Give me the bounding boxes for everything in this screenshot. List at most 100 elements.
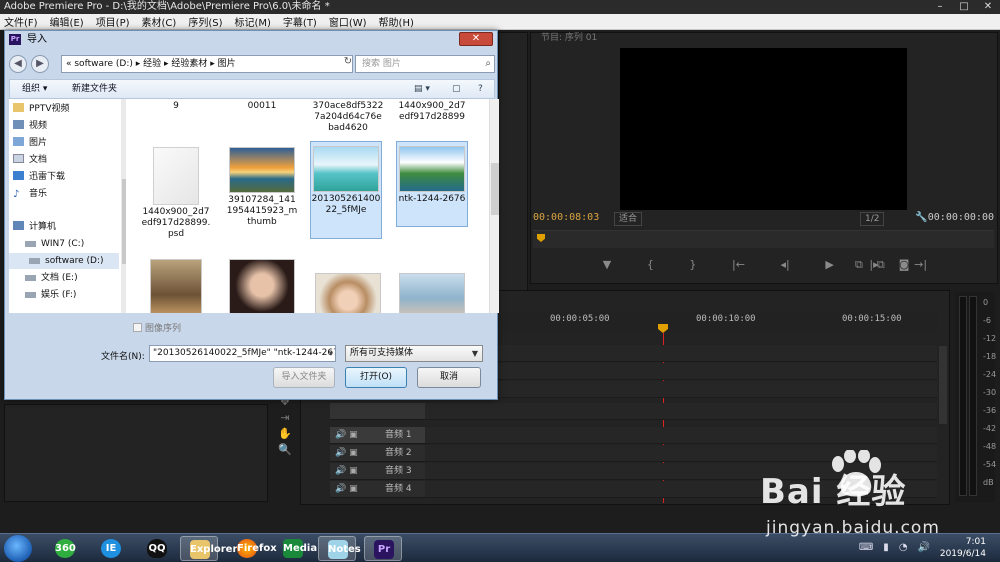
- mark-in-icon[interactable]: {: [647, 258, 654, 274]
- audio-track-header[interactable]: 🔊 ▣ 音频 4: [330, 481, 425, 498]
- playhead-marker-icon[interactable]: [537, 234, 545, 242]
- new-folder-button[interactable]: 新建文件夹: [72, 80, 117, 98]
- nav-item-computer[interactable]: 计算机: [13, 219, 56, 235]
- import-folder-button[interactable]: 导入文件夹: [273, 367, 335, 388]
- forward-arrow-icon[interactable]: ▶: [31, 55, 49, 73]
- track-row[interactable]: [425, 381, 937, 398]
- battery-icon[interactable]: ▮: [883, 542, 889, 553]
- audio-track-header[interactable]: 🔊 ▣ 音频 2: [330, 445, 425, 462]
- nav-item-videos[interactable]: 视频: [13, 118, 47, 134]
- track-select-icon[interactable]: ⇥: [270, 411, 300, 427]
- resolution-dropdown[interactable]: 1/2: [860, 212, 885, 226]
- file-item[interactable]: [396, 269, 468, 313]
- close-button[interactable]: ✕: [976, 0, 1000, 14]
- taskbar-app-explorer[interactable]: Explorer: [180, 536, 237, 561]
- menu-edit[interactable]: 编辑(E): [50, 14, 84, 29]
- nav-item-drive-f[interactable]: 娱乐 (F:): [25, 287, 76, 303]
- nav-item-drive-e[interactable]: 文档 (E:): [25, 270, 78, 286]
- nav-item-music[interactable]: ♪ 音乐: [13, 186, 47, 202]
- file-list-scrollbar[interactable]: [489, 99, 499, 313]
- file-item[interactable]: [226, 255, 298, 313]
- file-item[interactable]: [312, 269, 384, 313]
- taskbar-app-360[interactable]: 360: [46, 536, 84, 561]
- keyboard-icon[interactable]: ⌨: [859, 542, 873, 553]
- file-item[interactable]: 39107284_1411954415923_mthumb: [226, 143, 298, 228]
- menu-file[interactable]: 文件(F): [4, 14, 38, 29]
- step-back-icon[interactable]: ◂|: [781, 258, 790, 274]
- taskbar-app-firefox[interactable]: Firefox: [228, 536, 277, 561]
- track-row[interactable]: [425, 363, 937, 380]
- speaker-icon[interactable]: 🔊 ▣: [335, 427, 358, 444]
- timeline-ruler[interactable]: 00:00:05:00 00:00:10:00 00:00:15:00: [498, 312, 938, 332]
- file-item-selected[interactable]: 20130526140022_5fMJe: [310, 141, 382, 239]
- play-icon[interactable]: ▶: [825, 258, 833, 274]
- go-to-in-icon[interactable]: |←: [732, 258, 745, 274]
- track-row[interactable]: [425, 403, 937, 420]
- nav-item-documents[interactable]: 文档: [13, 152, 47, 168]
- file-item[interactable]: 9: [140, 101, 212, 112]
- menu-help[interactable]: 帮助(H): [379, 14, 414, 29]
- start-button[interactable]: [4, 535, 32, 562]
- filename-input[interactable]: "20130526140022_5fMJe" "ntk-1244-267 ▾: [149, 345, 336, 362]
- organize-button[interactable]: 组织 ▾: [22, 80, 47, 98]
- chevron-down-icon[interactable]: ▼: [472, 346, 478, 361]
- nav-item-drive-c[interactable]: WIN7 (C:): [25, 236, 84, 252]
- settings-wrench-icon[interactable]: 🔧: [915, 210, 927, 226]
- maximize-button[interactable]: □: [952, 0, 976, 14]
- chevron-down-icon[interactable]: ▾: [329, 346, 333, 361]
- menu-project[interactable]: 项目(P): [96, 14, 130, 29]
- network-icon[interactable]: ◔: [899, 542, 908, 553]
- taskbar-app-media[interactable]: Media: [274, 536, 317, 561]
- search-input[interactable]: 搜索 图片 ⌕: [355, 55, 495, 73]
- address-bar[interactable]: « software (D:) ▸ 经验 ▸ 经验素材 ▸ 图片: [61, 55, 353, 73]
- file-item[interactable]: 1440x900_2d7edf917d28899: [396, 101, 468, 123]
- file-item[interactable]: [140, 255, 212, 313]
- open-button[interactable]: 打开(O): [345, 367, 407, 388]
- menu-clip[interactable]: 素材(C): [142, 14, 177, 29]
- cancel-button[interactable]: 取消: [417, 367, 481, 388]
- volume-icon[interactable]: 🔊: [918, 542, 930, 553]
- scrollbar-thumb[interactable]: [491, 163, 499, 215]
- hand-tool-icon[interactable]: ✋: [270, 427, 300, 443]
- add-marker-icon[interactable]: ▼: [603, 258, 611, 274]
- speaker-icon[interactable]: 🔊 ▣: [335, 445, 358, 462]
- export-frame-icon[interactable]: ◙: [899, 258, 910, 274]
- preview-pane-icon[interactable]: ▢: [452, 80, 461, 98]
- audio-track-header[interactable]: 🔊 ▣ 音频 3: [330, 463, 425, 480]
- audio-track-header[interactable]: 🔊 ▣ 音频 1: [330, 427, 425, 444]
- view-options-icon[interactable]: ▤ ▾: [414, 80, 430, 98]
- speaker-icon[interactable]: 🔊 ▣: [335, 481, 358, 498]
- taskbar-app-ie[interactable]: IE: [92, 536, 130, 561]
- file-item[interactable]: 1440x900_2d7edf917d28899.psd: [140, 143, 212, 240]
- extract-icon[interactable]: ⧉: [877, 258, 885, 274]
- video-track-header[interactable]: [330, 403, 425, 420]
- lift-icon[interactable]: ⧉: [855, 258, 863, 274]
- minimize-button[interactable]: –: [928, 0, 952, 14]
- mark-out-icon[interactable]: }: [689, 258, 696, 274]
- image-sequence-checkbox[interactable]: 图像序列: [133, 321, 181, 334]
- nav-item-drive-d[interactable]: software (D:): [9, 253, 119, 269]
- refresh-icon[interactable]: ↻: [341, 56, 355, 72]
- zoom-tool-icon[interactable]: 🔍: [270, 443, 300, 459]
- filetype-select[interactable]: 所有可支持媒体 ▼: [345, 345, 483, 362]
- taskbar-app-qq[interactable]: QQ: [138, 536, 176, 561]
- taskbar-app-notes[interactable]: Notes: [318, 536, 361, 561]
- menu-sequence[interactable]: 序列(S): [188, 14, 222, 29]
- track-row[interactable]: [425, 345, 937, 362]
- timeline-scrollbar[interactable]: [938, 345, 948, 425]
- file-item-selected[interactable]: ntk-1244-2676: [396, 141, 468, 227]
- menu-title[interactable]: 字幕(T): [283, 14, 317, 29]
- file-item[interactable]: 370ace8df53227a204d64c76ebad4620: [312, 101, 384, 134]
- nav-item-pictures[interactable]: 图片: [13, 135, 47, 151]
- speaker-icon[interactable]: 🔊 ▣: [335, 463, 358, 480]
- menu-window[interactable]: 窗口(W): [329, 14, 367, 29]
- dialog-close-button[interactable]: ✕: [459, 32, 493, 46]
- playhead-timecode[interactable]: 00:00:08:03: [533, 210, 599, 226]
- track-row[interactable]: [425, 427, 937, 444]
- file-item[interactable]: 00011: [226, 101, 298, 112]
- help-icon[interactable]: ?: [478, 80, 483, 98]
- back-arrow-icon[interactable]: ◀: [9, 55, 27, 73]
- checkbox-box[interactable]: [133, 323, 142, 332]
- taskbar-app-premiere[interactable]: Pr: [364, 536, 402, 561]
- monitor-time-ruler[interactable]: [533, 230, 994, 248]
